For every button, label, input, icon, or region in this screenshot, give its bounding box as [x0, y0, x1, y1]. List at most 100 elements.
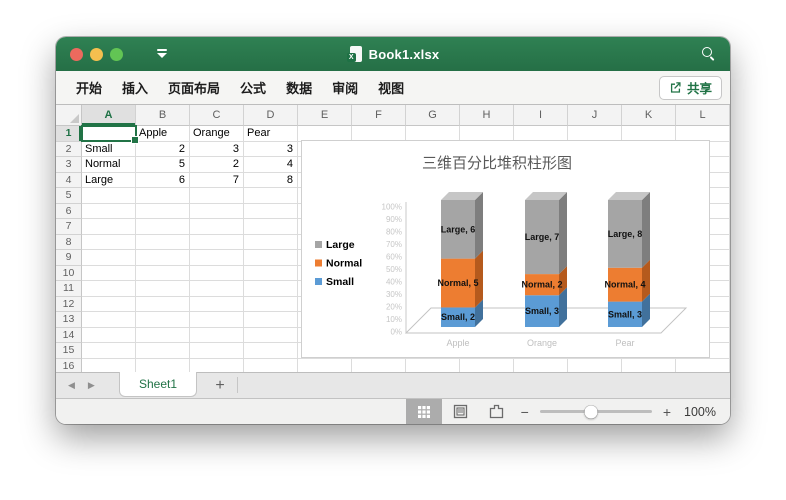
- cell-B15[interactable]: [136, 343, 190, 359]
- cell-D11[interactable]: [244, 281, 298, 297]
- fill-handle[interactable]: [131, 136, 139, 144]
- row-header-14[interactable]: 14: [56, 327, 82, 343]
- cell-B14[interactable]: [136, 327, 190, 343]
- column-header-E[interactable]: E: [298, 105, 352, 126]
- embedded-chart[interactable]: 三维百分比堆积柱形图 0% 10% 20% 30% 40% 50% 60% 70% 80% 90% 1…: [301, 140, 710, 358]
- cell-A7[interactable]: [82, 219, 136, 235]
- cell-A10[interactable]: [82, 265, 136, 281]
- cell-B16[interactable]: [136, 358, 190, 372]
- cell-A3[interactable]: Normal: [82, 157, 136, 173]
- add-sheet-button[interactable]: +: [208, 377, 232, 395]
- search-icon[interactable]: [702, 47, 716, 61]
- zoom-slider-knob[interactable]: [584, 405, 598, 418]
- row-header-3[interactable]: 3: [56, 157, 82, 173]
- cell-B6[interactable]: [136, 203, 190, 219]
- share-button[interactable]: 共享: [658, 75, 722, 100]
- cell-D5[interactable]: [244, 188, 298, 204]
- next-sheet-arrow[interactable]: ▶: [88, 380, 95, 391]
- cell-C13[interactable]: [190, 312, 244, 328]
- cell-D10[interactable]: [244, 265, 298, 281]
- cell-A16[interactable]: [82, 358, 136, 372]
- sheet-tab-sheet1[interactable]: Sheet1: [119, 372, 197, 397]
- menu-item-1[interactable]: 开始: [66, 78, 112, 97]
- cell-L16[interactable]: [676, 358, 730, 372]
- cell-B13[interactable]: [136, 312, 190, 328]
- cell-A5[interactable]: [82, 188, 136, 204]
- collapse-toolbar-icon[interactable]: [157, 49, 167, 59]
- cell-C2[interactable]: 3: [190, 141, 244, 157]
- page-break-view-button[interactable]: [478, 399, 514, 424]
- cell-D3[interactable]: 4: [244, 157, 298, 173]
- cell-D8[interactable]: [244, 234, 298, 250]
- row-header-11[interactable]: 11: [56, 281, 82, 297]
- column-header-B[interactable]: B: [136, 105, 190, 126]
- cell-A11[interactable]: [82, 281, 136, 297]
- cell-B9[interactable]: [136, 250, 190, 266]
- cell-C7[interactable]: [190, 219, 244, 235]
- row-header-10[interactable]: 10: [56, 265, 82, 281]
- cell-D16[interactable]: [244, 358, 298, 372]
- cell-A4[interactable]: Large: [82, 172, 136, 188]
- cell-A12[interactable]: [82, 296, 136, 312]
- cell-J16[interactable]: [568, 358, 622, 372]
- cell-D1[interactable]: Pear: [244, 126, 298, 142]
- cell-A8[interactable]: [82, 234, 136, 250]
- cell-B4[interactable]: 6: [136, 172, 190, 188]
- cell-B11[interactable]: [136, 281, 190, 297]
- cell-K16[interactable]: [622, 358, 676, 372]
- row-header-6[interactable]: 6: [56, 203, 82, 219]
- column-header-J[interactable]: J: [568, 105, 622, 126]
- cell-D7[interactable]: [244, 219, 298, 235]
- row-header-12[interactable]: 12: [56, 296, 82, 312]
- cell-D15[interactable]: [244, 343, 298, 359]
- cell-C6[interactable]: [190, 203, 244, 219]
- cell-D13[interactable]: [244, 312, 298, 328]
- zoom-level[interactable]: 100%: [682, 405, 716, 419]
- zoom-slider[interactable]: [539, 405, 652, 418]
- normal-view-button[interactable]: [406, 399, 442, 424]
- column-header-L[interactable]: L: [676, 105, 730, 126]
- cell-C10[interactable]: [190, 265, 244, 281]
- cell-B2[interactable]: 2: [136, 141, 190, 157]
- cell-B3[interactable]: 5: [136, 157, 190, 173]
- cell-C9[interactable]: [190, 250, 244, 266]
- titlebar[interactable]: X Book1.xlsx: [56, 37, 730, 71]
- zoom-in-button[interactable]: +: [663, 405, 671, 419]
- row-header-4[interactable]: 4: [56, 172, 82, 188]
- cell-C16[interactable]: [190, 358, 244, 372]
- cell-A6[interactable]: [82, 203, 136, 219]
- column-header-C[interactable]: C: [190, 105, 244, 126]
- menu-item-7[interactable]: 视图: [368, 78, 414, 97]
- row-header-15[interactable]: 15: [56, 343, 82, 359]
- menu-item-2[interactable]: 插入: [112, 78, 158, 97]
- cell-C15[interactable]: [190, 343, 244, 359]
- cell-A15[interactable]: [82, 343, 136, 359]
- minimize-window-button[interactable]: [90, 47, 103, 61]
- column-header-K[interactable]: K: [622, 105, 676, 126]
- cell-B5[interactable]: [136, 188, 190, 204]
- cell-G16[interactable]: [406, 358, 460, 372]
- cell-E16[interactable]: [298, 358, 352, 372]
- cell-A2[interactable]: Small: [82, 141, 136, 157]
- column-header-A[interactable]: A: [82, 105, 136, 126]
- cell-H16[interactable]: [460, 358, 514, 372]
- cell-B1[interactable]: Apple: [136, 126, 190, 142]
- column-header-I[interactable]: I: [514, 105, 568, 126]
- cell-D6[interactable]: [244, 203, 298, 219]
- cell-A9[interactable]: [82, 250, 136, 266]
- prev-sheet-arrow[interactable]: ◀: [68, 380, 75, 391]
- column-header-D[interactable]: D: [244, 105, 298, 126]
- zoom-out-button[interactable]: −: [521, 405, 529, 419]
- row-header-8[interactable]: 8: [56, 234, 82, 250]
- cell-A13[interactable]: [82, 312, 136, 328]
- cell-C8[interactable]: [190, 234, 244, 250]
- cell-F16[interactable]: [352, 358, 406, 372]
- row-header-16[interactable]: 16: [56, 358, 82, 372]
- zoom-window-button[interactable]: [110, 47, 123, 61]
- column-header-G[interactable]: G: [406, 105, 460, 126]
- cell-C3[interactable]: 2: [190, 157, 244, 173]
- page-layout-view-button[interactable]: [442, 399, 478, 424]
- cell-D9[interactable]: [244, 250, 298, 266]
- cell-C5[interactable]: [190, 188, 244, 204]
- cell-B10[interactable]: [136, 265, 190, 281]
